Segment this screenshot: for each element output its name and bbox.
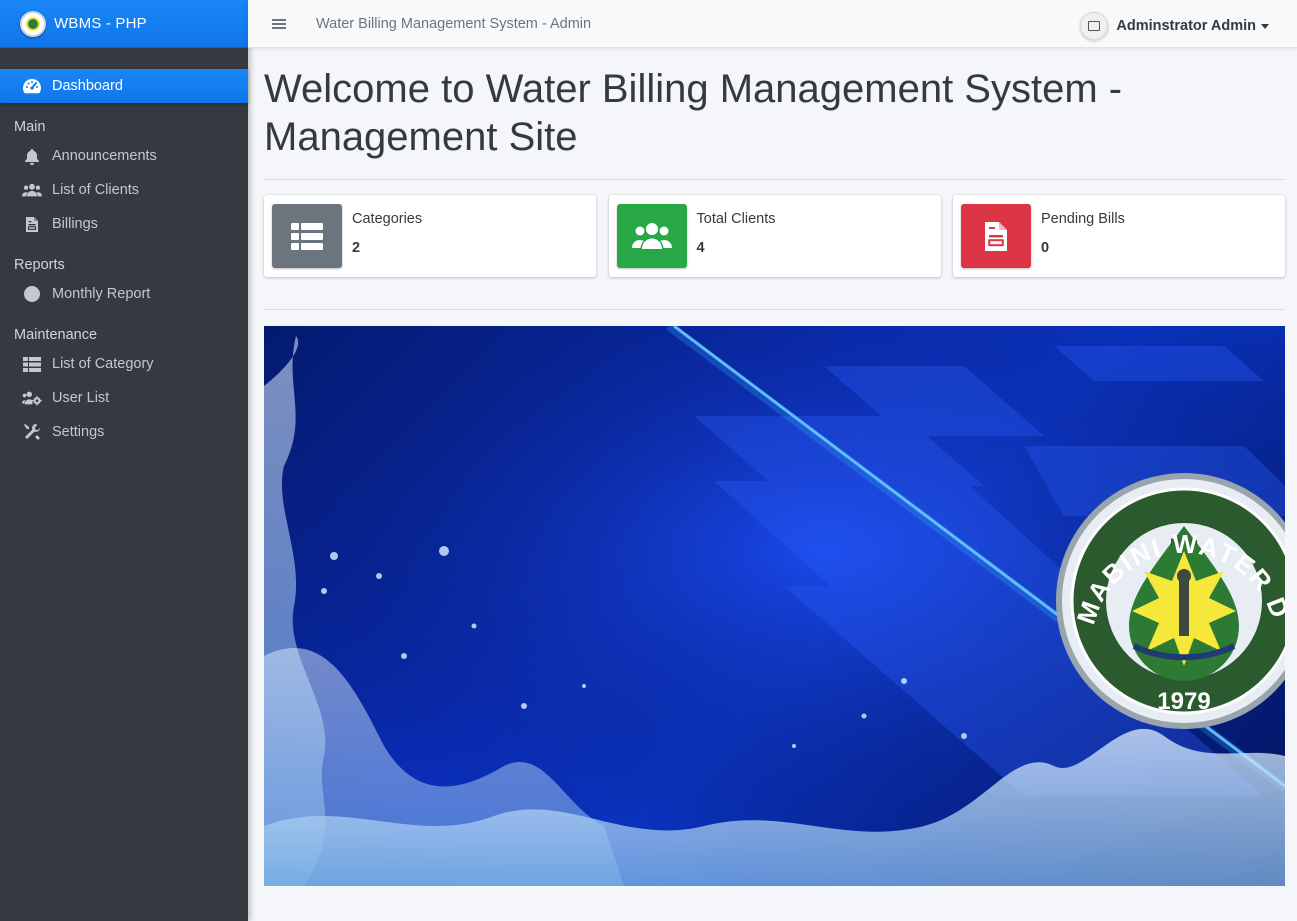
banner-artwork: MWD MABINI WATER DISTRICT 1979 xyxy=(264,326,1285,886)
circle-icon xyxy=(22,285,42,303)
nav-header-main: Main xyxy=(14,119,46,135)
page-title-line-2: Management Site xyxy=(264,115,578,159)
sidebar-item-label: Announcements xyxy=(52,148,157,164)
menu-toggle-icon[interactable] xyxy=(272,17,286,31)
users-icon xyxy=(22,181,42,199)
system-title: Water Billing Management System - Admin xyxy=(316,15,592,32)
main-content: Welcome to Water Billing Management Syst… xyxy=(264,60,1285,886)
caret-down-icon xyxy=(1261,23,1269,29)
top-navbar: Water Billing Management System - Admin … xyxy=(248,0,1297,48)
info-box-value: 0 xyxy=(1041,239,1050,256)
sidebar-item-user-list[interactable]: User List xyxy=(0,381,248,415)
user-name: Adminstrator Admin xyxy=(1116,18,1256,34)
tools-icon xyxy=(22,423,42,441)
info-box-label: Total Clients xyxy=(696,210,776,227)
brand-name: WBMS - PHP xyxy=(54,15,147,32)
sidebar-item-label: Billings xyxy=(52,216,98,232)
file-invoice-icon xyxy=(22,215,42,233)
sidebar-item-billings[interactable]: Billings xyxy=(0,207,248,241)
sidebar-item-label: Dashboard xyxy=(52,78,123,94)
divider xyxy=(264,179,1285,180)
info-box-categories: Categories 2 xyxy=(264,195,596,277)
info-boxes: Categories 2 Total Clients 4 Pending Bil… xyxy=(264,195,1285,277)
brand-logo-icon xyxy=(20,10,46,37)
sidebar-item-announcements[interactable]: Announcements xyxy=(0,139,248,173)
sidebar-item-label: User List xyxy=(52,390,110,406)
list-icon xyxy=(272,204,342,268)
info-box-total-clients: Total Clients 4 xyxy=(608,195,941,277)
page-title-line-1: Welcome to Water Billing Management Syst… xyxy=(264,67,1123,111)
info-box-pending-bills: Pending Bills 0 xyxy=(953,195,1285,277)
bell-icon xyxy=(22,147,42,165)
avatar xyxy=(1080,12,1109,40)
info-box-value: 2 xyxy=(352,239,361,256)
file-invoice-icon xyxy=(961,204,1031,268)
nav-header-maintenance: Maintenance xyxy=(14,327,98,343)
info-box-value: 4 xyxy=(696,239,705,256)
sidebar-nav: Dashboard Main Announcements List of Cli… xyxy=(0,69,248,449)
sidebar: WBMS - PHP Dashboard Main Announcements … xyxy=(0,0,248,921)
sidebar-item-label: Settings xyxy=(52,424,105,440)
sidebar-item-label: List of Clients xyxy=(52,182,140,198)
th-list-icon xyxy=(22,355,42,373)
sidebar-item-dashboard[interactable]: Dashboard xyxy=(0,69,248,103)
nav-header-reports: Reports xyxy=(14,257,65,273)
sidebar-item-label: Monthly Report xyxy=(52,286,151,302)
seal-year: 1979 xyxy=(1157,688,1210,715)
divider xyxy=(264,309,1285,310)
cover-banner-image: MWD MABINI WATER DISTRICT 1979 xyxy=(264,326,1285,886)
sidebar-item-label: List of Category xyxy=(52,356,154,372)
tachometer-icon xyxy=(22,77,42,95)
sidebar-item-settings[interactable]: Settings xyxy=(0,415,248,449)
info-box-label: Categories xyxy=(352,210,423,227)
info-box-label: Pending Bills xyxy=(1041,210,1125,227)
sidebar-item-list-of-clients[interactable]: List of Clients xyxy=(0,173,248,207)
page-title: Welcome to Water Billing Management Syst… xyxy=(264,65,1285,161)
users-icon xyxy=(616,204,687,268)
sidebar-item-monthly-report[interactable]: Monthly Report xyxy=(0,277,248,311)
user-menu-dropdown[interactable]: Adminstrator Admin xyxy=(1080,12,1269,40)
users-cog-icon xyxy=(22,389,42,407)
sidebar-item-list-of-category[interactable]: List of Category xyxy=(0,347,248,381)
brand-link[interactable]: WBMS - PHP xyxy=(0,0,248,48)
